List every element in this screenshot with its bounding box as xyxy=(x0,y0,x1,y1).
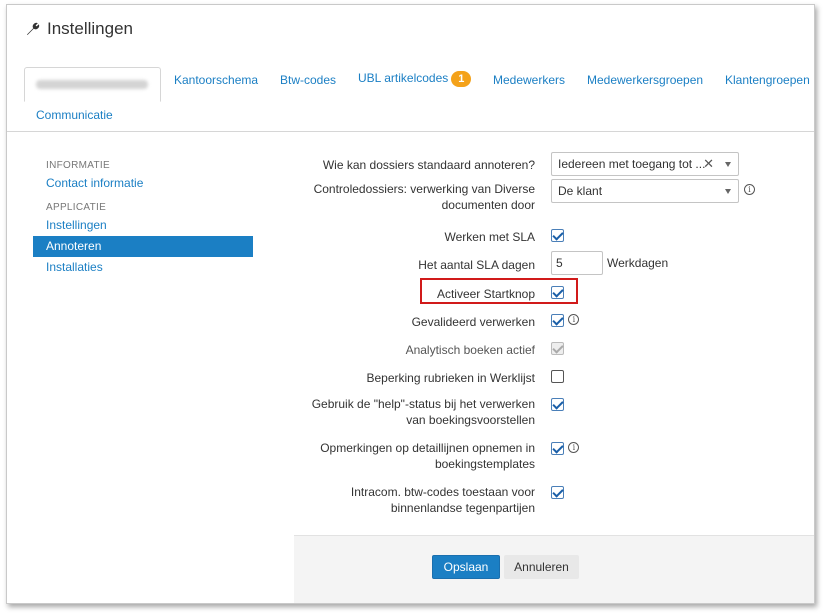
intracom-label: Intracom. btw-codes toestaan voor binnen… xyxy=(350,485,535,515)
count-badge: 1 xyxy=(451,71,472,87)
control-dossiers-control: De klant xyxy=(551,179,739,203)
help-status-label: Gebruik de "help"-status bij het verwerk… xyxy=(311,397,535,427)
control-dossiers-value: De klant xyxy=(558,184,603,198)
sidebar: INFORMATIE Contact informatie APPLICATIE… xyxy=(33,155,253,278)
sla-days-label: Het aantal SLA dagen xyxy=(418,258,535,272)
settings-window: Instellingen Kantoorschema Btw-codes UBL… xyxy=(6,4,815,604)
help-status-control xyxy=(551,398,564,414)
sidebar-item-contact-informatie[interactable]: Contact informatie xyxy=(33,173,253,194)
chevron-down-icon xyxy=(725,189,731,194)
clear-icon[interactable]: ✕ xyxy=(703,156,714,172)
sidebar-section-informatie: INFORMATIE xyxy=(46,160,110,171)
annotate-default-select[interactable]: Iedereen met toegang tot ... ✕ xyxy=(551,152,739,176)
form-footer: Opslaan Annuleren xyxy=(294,535,814,603)
control-dossiers-label: Controledossiers: verwerking van Diverse… xyxy=(313,182,535,212)
tab-ubl-label: UBL artikelcodes xyxy=(358,71,449,86)
sidebar-item-annoteren[interactable]: Annoteren xyxy=(33,236,253,257)
tab-blurred[interactable] xyxy=(24,67,161,102)
annotate-default-control: Iedereen met toegang tot ... ✕ xyxy=(551,152,739,176)
tabs-divider xyxy=(7,131,814,132)
tab-communicatie[interactable]: Communicatie xyxy=(36,108,113,122)
opmerkingen-label: Opmerkingen op detaillijnen opnemen in b… xyxy=(320,441,535,471)
tab-ubl-artikelcodes[interactable]: UBL artikelcodes 1 xyxy=(358,71,472,87)
gevalideerd-control: i xyxy=(551,314,580,330)
sla-days-input[interactable] xyxy=(551,251,603,275)
tab-kantoorschema[interactable]: Kantoorschema xyxy=(174,73,258,87)
sidebar-section-applicatie: APPLICATIE xyxy=(46,202,107,213)
control-dossiers-select[interactable]: De klant xyxy=(551,179,739,203)
save-button[interactable]: Opslaan xyxy=(432,555,500,579)
tab-medewerkers[interactable]: Medewerkers xyxy=(493,73,565,87)
gevalideerd-checkbox[interactable] xyxy=(551,314,564,327)
highlight-box xyxy=(420,278,578,304)
analytisch-label: Analytisch boeken actief xyxy=(405,343,535,357)
page-title: Instellingen xyxy=(47,19,134,38)
info-icon[interactable]: i xyxy=(568,442,580,453)
cancel-button[interactable]: Annuleren xyxy=(504,555,579,579)
intracom-checkbox[interactable] xyxy=(551,486,564,499)
chevron-down-icon xyxy=(725,162,731,167)
sla-days-control: Werkdagen xyxy=(551,251,668,275)
sla-control xyxy=(551,229,564,245)
opmerkingen-checkbox[interactable] xyxy=(551,442,564,455)
gevalideerd-label: Gevalideerd verwerken xyxy=(411,315,535,329)
beperking-label: Beperking rubrieken in Werklijst xyxy=(366,371,535,385)
tab-btw-codes[interactable]: Btw-codes xyxy=(280,73,336,87)
sidebar-item-instellingen[interactable]: Instellingen xyxy=(33,215,253,236)
wrench-icon xyxy=(25,21,41,37)
beperking-control xyxy=(551,370,564,386)
sla-days-unit: Werkdagen xyxy=(607,256,669,270)
analytisch-checkbox xyxy=(551,342,564,355)
page-header: Instellingen xyxy=(25,19,133,39)
tab-bar: Kantoorschema Btw-codes UBL artikelcodes… xyxy=(7,67,814,102)
opmerkingen-control: i xyxy=(551,442,580,458)
intracom-control xyxy=(551,486,564,502)
blurred-tab-label xyxy=(36,80,148,89)
tab-medewerkersgroepen[interactable]: Medewerkersgroepen xyxy=(587,73,703,87)
analytisch-control xyxy=(551,342,564,358)
sla-label: Werken met SLA xyxy=(444,230,535,244)
info-icon[interactable]: i xyxy=(568,314,580,325)
beperking-checkbox[interactable] xyxy=(551,370,564,383)
annotate-default-value: Iedereen met toegang tot ... xyxy=(558,157,706,171)
help-status-checkbox[interactable] xyxy=(551,398,564,411)
sla-checkbox[interactable] xyxy=(551,229,564,242)
sidebar-item-installaties[interactable]: Installaties xyxy=(33,257,253,278)
tab-klantengroepen[interactable]: Klantengroepen xyxy=(725,73,810,87)
info-icon[interactable]: i xyxy=(744,184,755,195)
annotate-default-label: Wie kan dossiers standaard annoteren? xyxy=(322,158,535,172)
